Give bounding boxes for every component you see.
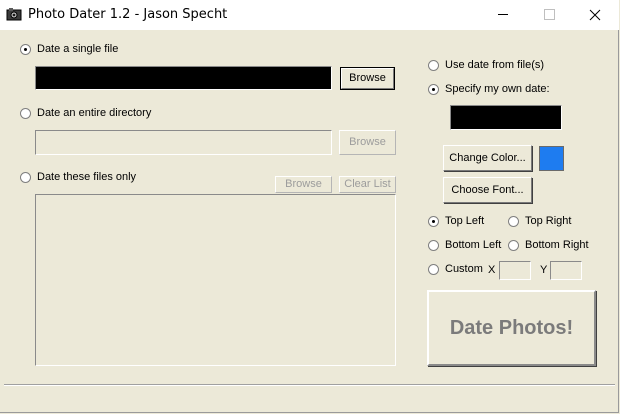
bottom-left-radio[interactable] bbox=[428, 240, 439, 251]
files-only-radio[interactable] bbox=[20, 172, 31, 183]
bottom-left-label: Bottom Left bbox=[445, 239, 502, 251]
close-icon bbox=[589, 9, 601, 21]
minimize-button[interactable] bbox=[480, 0, 526, 30]
color-swatch[interactable] bbox=[539, 146, 564, 171]
custom-x-field[interactable] bbox=[499, 261, 531, 280]
use-file-date-label: Use date from file(s) bbox=[445, 59, 545, 71]
own-date-field[interactable] bbox=[450, 105, 562, 130]
directory-label: Date an entire directory bbox=[37, 107, 152, 119]
y-label: Y bbox=[540, 264, 548, 276]
directory-browse-button[interactable]: Browse bbox=[339, 130, 396, 155]
own-date-radio[interactable] bbox=[428, 84, 439, 95]
title-bar: Photo Dater 1.2 - Jason Specht bbox=[0, 0, 619, 30]
change-color-button[interactable]: Change Color... bbox=[443, 145, 532, 171]
app-window: Photo Dater 1.2 - Jason Specht Date a si… bbox=[0, 0, 619, 413]
custom-y-field[interactable] bbox=[550, 261, 582, 280]
files-only-label: Date these files only bbox=[37, 171, 137, 183]
clear-list-button[interactable]: Clear List bbox=[339, 176, 396, 193]
single-file-path-field[interactable] bbox=[35, 66, 332, 90]
files-browse-button[interactable]: Browse bbox=[275, 176, 332, 193]
use-file-date-radio[interactable] bbox=[428, 60, 439, 71]
close-button[interactable] bbox=[572, 0, 618, 30]
date-photos-button[interactable]: Date Photos! bbox=[427, 290, 596, 366]
bottom-right-label: Bottom Right bbox=[525, 239, 589, 251]
status-bar bbox=[4, 384, 615, 386]
bottom-right-radio[interactable] bbox=[508, 240, 519, 251]
single-file-label: Date a single file bbox=[37, 43, 119, 55]
choose-font-button[interactable]: Choose Font... bbox=[443, 177, 532, 203]
x-label: X bbox=[488, 264, 496, 276]
camera-icon bbox=[6, 6, 22, 22]
directory-radio[interactable] bbox=[20, 108, 31, 119]
window-title: Photo Dater 1.2 - Jason Specht bbox=[28, 7, 228, 22]
maximize-button[interactable] bbox=[526, 0, 572, 30]
file-list[interactable] bbox=[35, 194, 396, 366]
top-left-label: Top Left bbox=[445, 215, 485, 227]
top-left-radio[interactable] bbox=[428, 216, 439, 227]
single-file-browse-button[interactable]: Browse bbox=[340, 67, 395, 90]
custom-position-label: Custom bbox=[445, 263, 483, 275]
top-right-radio[interactable] bbox=[508, 216, 519, 227]
single-file-radio[interactable] bbox=[20, 44, 31, 55]
custom-position-radio[interactable] bbox=[428, 264, 439, 275]
own-date-label: Specify my own date: bbox=[445, 83, 550, 95]
directory-path-field[interactable] bbox=[35, 130, 332, 155]
top-right-label: Top Right bbox=[525, 215, 572, 227]
